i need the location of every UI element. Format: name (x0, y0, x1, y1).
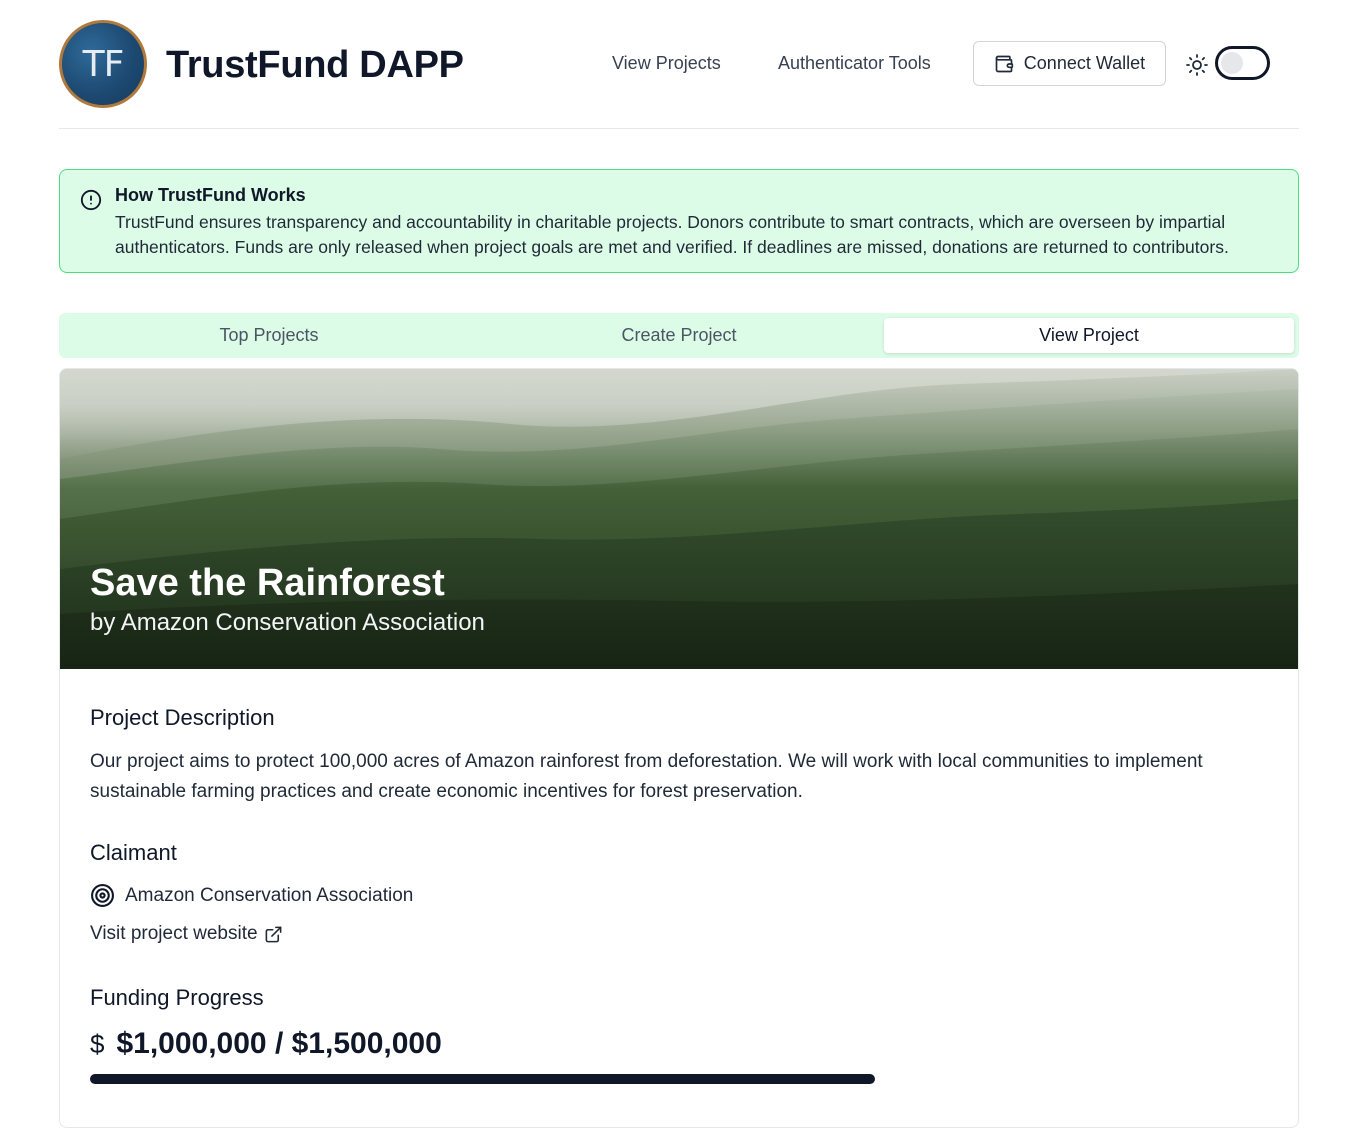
connect-wallet-button[interactable]: Connect Wallet (973, 41, 1166, 86)
target-icon (91, 884, 114, 907)
dollar-icon: $ (90, 1028, 105, 1059)
how-it-works-alert: How TrustFund Works TrustFund ensures tr… (59, 169, 1299, 273)
project-byline: by Amazon Conservation Association (90, 609, 485, 636)
info-circle-icon (80, 189, 102, 211)
nav-view-projects[interactable]: View Projects (612, 53, 721, 74)
project-hero-image: Save the Rainforest by Amazon Conservati… (60, 369, 1298, 669)
funding-amount-row: $ $1,000,000 / $1,500,000 (90, 1027, 442, 1061)
claimant-name: Amazon Conservation Association (125, 884, 414, 906)
funding-heading: Funding Progress (90, 985, 264, 1010)
visit-website-link[interactable]: Visit project website (90, 923, 283, 945)
alert-body: TrustFund ensures transparency and accou… (115, 212, 1229, 257)
theme-toggle[interactable] (1215, 46, 1270, 80)
tab-create-project[interactable]: Create Project (474, 318, 884, 353)
project-description: Our project aims to protect 100,000 acre… (90, 751, 1203, 802)
sun-icon (1186, 54, 1208, 76)
funding-progress-fill (90, 1074, 875, 1084)
claimant-heading: Claimant (90, 840, 177, 865)
tab-top-projects[interactable]: Top Projects (64, 318, 474, 353)
tab-view-project[interactable]: View Project (884, 318, 1294, 353)
toggle-knob (1221, 52, 1243, 74)
funding-progress-bar (90, 1074, 875, 1084)
alert-title: How TrustFund Works (115, 185, 306, 205)
nav-authenticator-tools[interactable]: Authenticator Tools (778, 53, 931, 74)
project-title: Save the Rainforest (90, 562, 445, 604)
page: TF TrustFund DAPP View Projects Authenti… (59, 0, 1299, 1128)
logo[interactable]: TF (59, 20, 147, 108)
logo-text: TF (82, 43, 125, 85)
app-header: TF TrustFund DAPP View Projects Authenti… (59, 0, 1299, 129)
claimant-row: Amazon Conservation Association (90, 883, 413, 908)
description-heading: Project Description (90, 705, 275, 730)
external-link-icon (265, 926, 281, 942)
funding-amount: $1,000,000 / $1,500,000 (116, 1027, 442, 1060)
connect-wallet-label: Connect Wallet (1023, 53, 1146, 73)
project-tabs: Top Projects Create Project View Project (59, 313, 1299, 358)
brand-name: TrustFund DAPP (166, 44, 464, 86)
visit-website-label: Visit project website (90, 923, 258, 944)
project-card: Save the Rainforest by Amazon Conservati… (59, 368, 1299, 1128)
wallet-icon (995, 55, 1013, 72)
